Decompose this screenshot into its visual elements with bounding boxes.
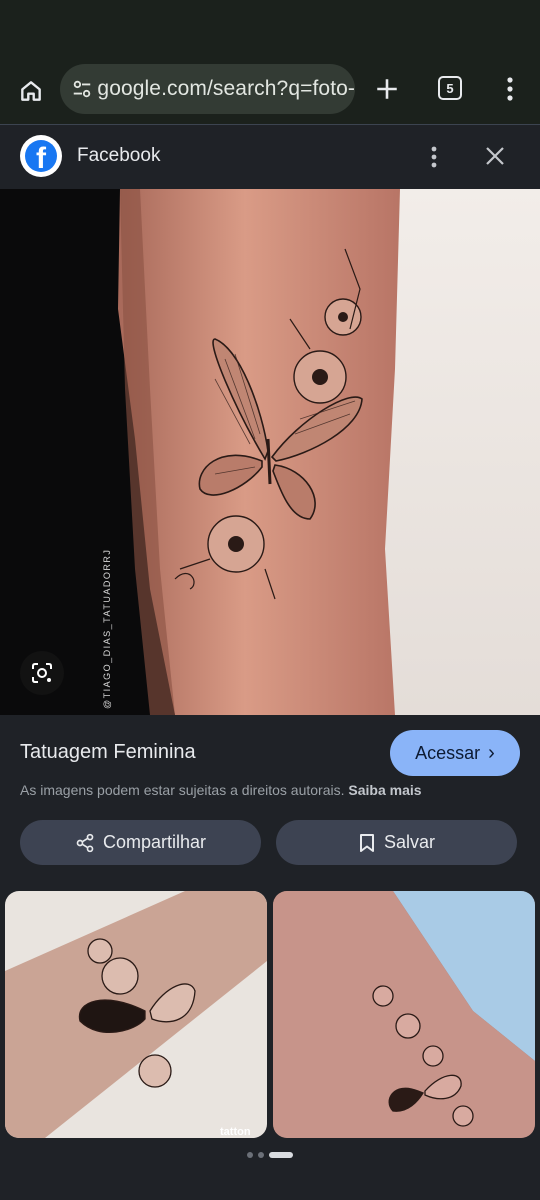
status-bar (0, 0, 540, 56)
lens-search-icon (32, 663, 52, 683)
tune-icon (73, 80, 90, 98)
thumb1-caption: tatton (220, 1126, 251, 1138)
plus-icon (377, 79, 397, 99)
pager-dot-active[interactable] (269, 1152, 293, 1158)
source-header: f Facebook (0, 125, 540, 189)
save-label: Salvar (383, 832, 436, 852)
main-image[interactable]: @TIAGO_DIAS_TATUADORRJ (0, 189, 540, 715)
more-vert-icon (431, 146, 437, 168)
pager-dot[interactable] (258, 1152, 264, 1158)
close-icon (486, 147, 504, 165)
share-button[interactable]: Compartilhar (20, 820, 261, 865)
tab-switcher-button[interactable]: 5 (436, 74, 464, 102)
visit-button[interactable]: Acessar › (390, 730, 520, 776)
source-name[interactable]: Facebook (77, 145, 160, 167)
more-vert-icon (507, 77, 513, 101)
pager-dot[interactable] (247, 1152, 253, 1158)
new-tab-button[interactable] (370, 72, 404, 106)
related-image[interactable]: tatton (5, 891, 267, 1138)
home-icon (21, 81, 41, 101)
address-bar[interactable]: google.com/search?q=foto- (60, 64, 355, 114)
home-button[interactable] (14, 74, 48, 108)
related-image[interactable] (273, 891, 535, 1138)
source-more-button[interactable] (420, 141, 448, 173)
related-photo-1: tatton (5, 891, 267, 1138)
image-pager (0, 1140, 540, 1170)
tab-switcher-icon: 5 (438, 76, 462, 100)
result-title: Tatuagem Feminina (20, 741, 196, 763)
related-images: tatton (0, 885, 540, 1140)
svg-text:@TIAGO_DIAS_TATUADORRJ: @TIAGO_DIAS_TATUADORRJ (102, 549, 112, 709)
facebook-logo-icon: f (20, 135, 62, 177)
lens-button[interactable] (20, 651, 64, 695)
system-nav-bar (0, 1170, 540, 1200)
url-text: google.com/search?q=foto- (97, 77, 355, 100)
chevron-right-icon: › (488, 742, 495, 764)
tab-count: 5 (446, 80, 454, 96)
copyright-text: As imagens podem estar sujeitas a direit… (20, 782, 345, 798)
related-photo-2 (273, 891, 535, 1138)
save-button[interactable]: Salvar (276, 820, 517, 865)
result-info: Tatuagem Feminina Acessar › As imagens p… (0, 715, 540, 885)
share-label: Compartilhar (102, 832, 207, 852)
share-icon (76, 833, 94, 852)
close-button[interactable] (480, 141, 510, 171)
tattoo-photo: @TIAGO_DIAS_TATUADORRJ (0, 189, 540, 715)
visit-label: Acessar (415, 742, 481, 763)
bookmark-icon (359, 833, 374, 852)
site-settings-button[interactable] (66, 64, 97, 114)
browser-menu-button[interactable] (496, 72, 524, 106)
copyright-notice: As imagens podem estar sujeitas a direit… (20, 782, 422, 798)
browser-toolbar: google.com/search?q=foto- 5 (0, 56, 540, 124)
learn-more-link[interactable]: Saiba mais (348, 782, 421, 798)
